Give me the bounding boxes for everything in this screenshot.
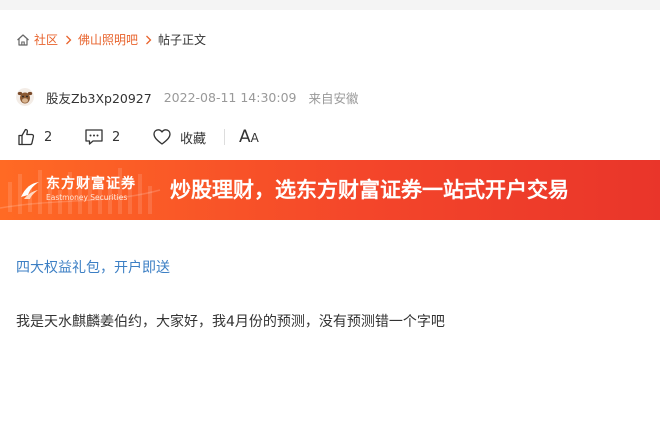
breadcrumb-community-link[interactable]: 社区 <box>34 32 58 48</box>
comment-count: 2 <box>112 129 121 145</box>
comment-button[interactable]: 2 <box>84 127 152 147</box>
font-size-button[interactable]: AA <box>239 127 259 147</box>
heart-icon <box>153 129 171 145</box>
divider <box>224 129 225 145</box>
post-card: 社区 佛山照明吧 帖子正文 股友Zb3Xp20927 2022-08-11 14… <box>0 10 660 446</box>
eastmoney-logo-icon <box>21 181 39 199</box>
breadcrumb: 社区 佛山照明吧 帖子正文 <box>16 32 206 48</box>
breadcrumb-bar-link[interactable]: 佛山照明吧 <box>78 32 138 48</box>
author-username[interactable]: 股友Zb3Xp20927 <box>46 88 152 107</box>
banner-slogan: 炒股理财，选东方财富证券一站式开户交易 <box>170 178 569 202</box>
favorite-label: 收藏 <box>180 131 207 147</box>
post-source: 来自安徽 <box>308 90 359 106</box>
action-bar: 2 2 收藏 AA <box>16 126 259 148</box>
author-row: 股友Zb3Xp20927 2022-08-11 14:30:09 来自安徽 <box>16 87 359 107</box>
avatar[interactable] <box>16 88 34 106</box>
favorite-button[interactable]: 收藏 <box>152 127 224 147</box>
promo-link[interactable]: 四大权益礼包，开户即送 <box>16 257 170 277</box>
chevron-right-icon <box>145 35 152 45</box>
like-count: 2 <box>44 129 53 145</box>
ad-banner[interactable]: 东方财富证券 Eastmoney Securities 炒股理财，选东方财富证券… <box>0 160 660 220</box>
like-button[interactable]: 2 <box>16 127 84 147</box>
font-large-glyph: A <box>239 127 251 147</box>
breadcrumb-current: 帖子正文 <box>158 33 207 47</box>
font-small-glyph: A <box>250 131 259 145</box>
post-body-text: 我是天水麒麟姜伯约，大家好，我4月份的预测，没有预测错一个字吧 <box>16 314 445 330</box>
thumbs-up-icon <box>18 128 35 146</box>
home-icon[interactable] <box>16 33 30 47</box>
banner-logo: 东方财富证券 Eastmoney Securities <box>18 176 136 203</box>
post-timestamp: 2022-08-11 14:30:09 <box>163 89 297 105</box>
chevron-right-icon <box>65 35 72 45</box>
banner-logo-english: Eastmoney Securities <box>46 193 128 202</box>
banner-logo-name: 东方财富证券 <box>46 176 136 192</box>
comment-icon <box>85 129 103 145</box>
